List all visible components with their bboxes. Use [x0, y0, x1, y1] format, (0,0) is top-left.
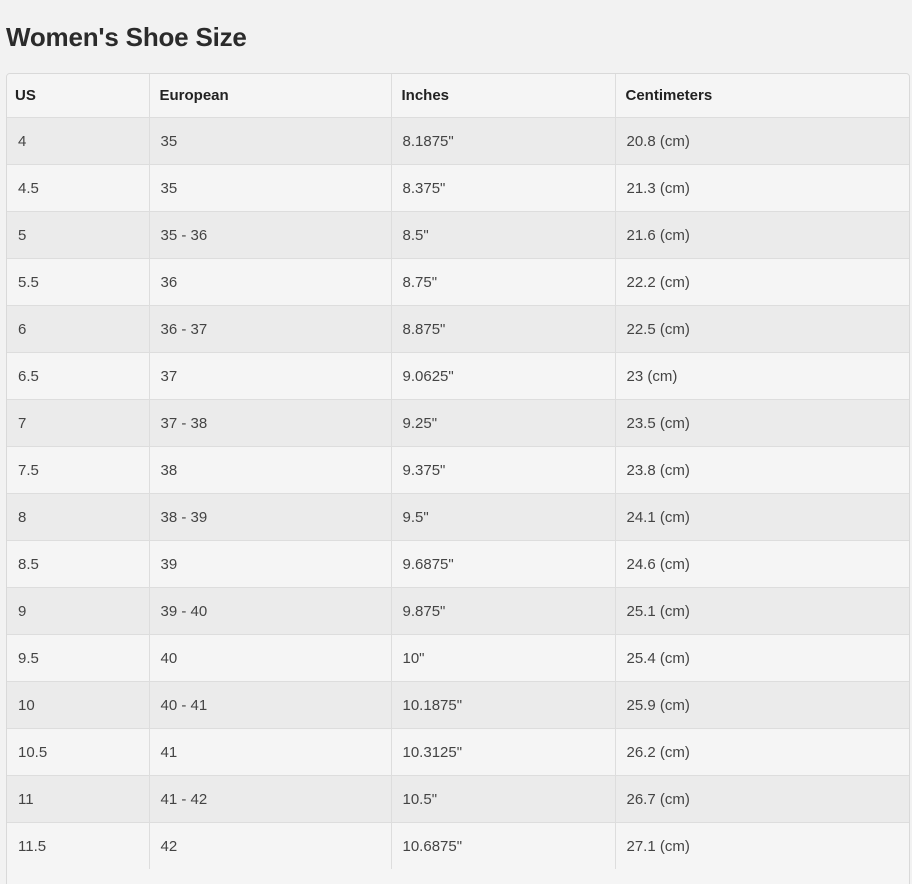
table-row: 10 40 - 41 10.1875" 25.9 (cm)	[7, 681, 909, 729]
cell-centimeters: 23.5 (cm)	[615, 399, 909, 447]
cell-centimeters: 27.1 (cm)	[615, 822, 909, 869]
cell-inches: 10.1875"	[391, 681, 616, 729]
cell-european: 35	[149, 117, 392, 165]
table-row: 6.5 37 9.0625" 23 (cm)	[7, 352, 909, 400]
cell-inches: 10"	[391, 634, 616, 682]
table-row: 7 37 - 38 9.25" 23.5 (cm)	[7, 399, 909, 447]
cell-inches: 8.75"	[391, 258, 616, 306]
table-row: 9 39 - 40 9.875" 25.1 (cm)	[7, 587, 909, 635]
cell-centimeters: 25.4 (cm)	[615, 634, 909, 682]
cell-us: 6	[7, 305, 150, 353]
table-row: 8 38 - 39 9.5" 24.1 (cm)	[7, 493, 909, 541]
cell-centimeters: 24.1 (cm)	[615, 493, 909, 541]
cell-inches: 8.875"	[391, 305, 616, 353]
table-row: 6 36 - 37 8.875" 22.5 (cm)	[7, 305, 909, 353]
cell-centimeters: 22.2 (cm)	[615, 258, 909, 306]
cell-inches: 10.6875"	[391, 822, 616, 869]
cell-us: 6.5	[7, 352, 150, 400]
cell-us: 10.5	[7, 728, 150, 776]
cell-european: 35 - 36	[149, 211, 392, 259]
cell-centimeters: 23 (cm)	[615, 352, 909, 400]
cell-european: 41	[149, 728, 392, 776]
header-inches: Inches	[391, 74, 616, 118]
cell-european: 38 - 39	[149, 493, 392, 541]
cell-european: 41 - 42	[149, 775, 392, 823]
cell-us: 8.5	[7, 540, 150, 588]
cell-us: 7	[7, 399, 150, 447]
cell-us: 5.5	[7, 258, 150, 306]
table-header-row: US European Inches Centimeters	[7, 74, 909, 118]
cell-inches: 10.5"	[391, 775, 616, 823]
table-row: 4.5 35 8.375" 21.3 (cm)	[7, 164, 909, 212]
cell-inches: 8.5"	[391, 211, 616, 259]
cell-us: 11	[7, 775, 150, 823]
size-table-container: US European Inches Centimeters 4 35 8.1875…	[6, 73, 910, 884]
cell-european: 35	[149, 164, 392, 212]
cell-inches: 9.875"	[391, 587, 616, 635]
cell-european: 36 - 37	[149, 305, 392, 353]
cell-us: 10	[7, 681, 150, 729]
cell-inches: 9.0625"	[391, 352, 616, 400]
cell-centimeters: 25.1 (cm)	[615, 587, 909, 635]
cell-centimeters: 26.7 (cm)	[615, 775, 909, 823]
cell-us: 4	[7, 117, 150, 165]
table-row: 8.5 39 9.6875" 24.6 (cm)	[7, 540, 909, 588]
cell-european: 40 - 41	[149, 681, 392, 729]
cell-us: 4.5	[7, 164, 150, 212]
cell-european: 36	[149, 258, 392, 306]
table-row: 5.5 36 8.75" 22.2 (cm)	[7, 258, 909, 306]
header-us: US	[7, 74, 150, 118]
cell-centimeters: 24.6 (cm)	[615, 540, 909, 588]
cell-centimeters: 26.2 (cm)	[615, 728, 909, 776]
cell-inches: 9.6875"	[391, 540, 616, 588]
cell-us: 9	[7, 587, 150, 635]
table-row: 10.5 41 10.3125" 26.2 (cm)	[7, 728, 909, 776]
table-body: 4 35 8.1875" 20.8 (cm) 4.5 35 8.375" 21.3 (cm) 5…	[7, 117, 909, 869]
cell-european: 37 - 38	[149, 399, 392, 447]
cell-centimeters: 23.8 (cm)	[615, 446, 909, 494]
table-row: 7.5 38 9.375" 23.8 (cm)	[7, 446, 909, 494]
table-row: 4 35 8.1875" 20.8 (cm)	[7, 117, 909, 165]
cell-us: 11.5	[7, 822, 150, 869]
cell-inches: 8.1875"	[391, 117, 616, 165]
cell-european: 42	[149, 822, 392, 869]
cell-inches: 9.375"	[391, 446, 616, 494]
cell-centimeters: 21.3 (cm)	[615, 164, 909, 212]
header-european: European	[149, 74, 392, 118]
cell-european: 39 - 40	[149, 587, 392, 635]
page-title: Women's Shoe Size	[6, 22, 247, 52]
size-table: US European Inches Centimeters 4 35 8.1875…	[7, 74, 909, 869]
cell-centimeters: 22.5 (cm)	[615, 305, 909, 353]
cell-european: 37	[149, 352, 392, 400]
table-row: 9.5 40 10" 25.4 (cm)	[7, 634, 909, 682]
header-centimeters: Centimeters	[615, 74, 909, 118]
cell-inches: 9.5"	[391, 493, 616, 541]
cell-european: 39	[149, 540, 392, 588]
cell-inches: 8.375"	[391, 164, 616, 212]
page: Women's Shoe Size US European Inches Cen…	[0, 0, 912, 884]
cell-european: 40	[149, 634, 392, 682]
table-row: 11.5 42 10.6875" 27.1 (cm)	[7, 822, 909, 869]
table-row: 5 35 - 36 8.5" 21.6 (cm)	[7, 211, 909, 259]
cell-centimeters: 20.8 (cm)	[615, 117, 909, 165]
cell-european: 38	[149, 446, 392, 494]
cell-us: 5	[7, 211, 150, 259]
cell-centimeters: 21.6 (cm)	[615, 211, 909, 259]
cell-us: 8	[7, 493, 150, 541]
table-row: 11 41 - 42 10.5" 26.7 (cm)	[7, 775, 909, 823]
cell-us: 9.5	[7, 634, 150, 682]
cell-centimeters: 25.9 (cm)	[615, 681, 909, 729]
cell-inches: 10.3125"	[391, 728, 616, 776]
cell-inches: 9.25"	[391, 399, 616, 447]
cell-us: 7.5	[7, 446, 150, 494]
